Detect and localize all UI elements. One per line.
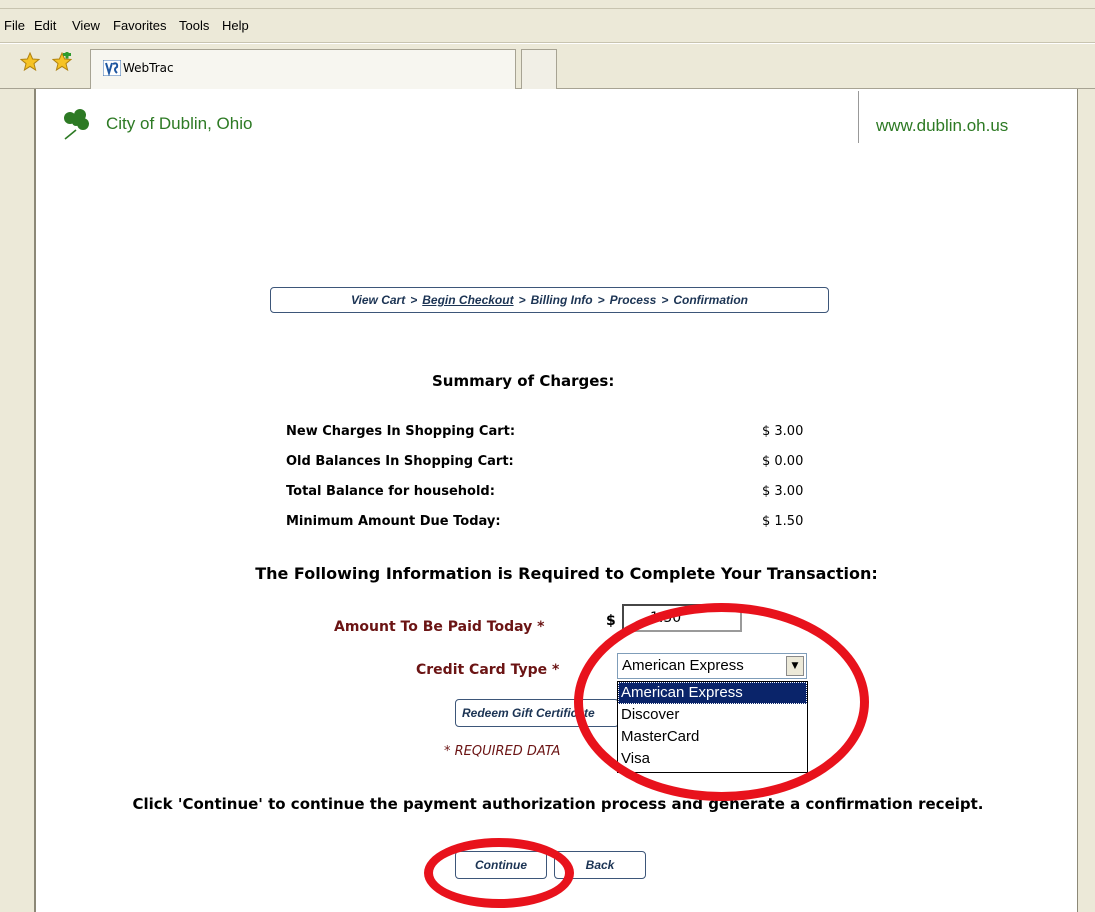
summary-row-value: $ 3.00 xyxy=(762,484,804,499)
card-option-mastercard[interactable]: MasterCard xyxy=(618,726,807,748)
continue-button[interactable]: Continue xyxy=(455,851,547,879)
chevron-down-icon[interactable]: ▼ xyxy=(786,656,804,676)
window-frame-right xyxy=(1077,89,1095,912)
summary-row-value: $ 1.50 xyxy=(762,514,804,529)
webtrac-favicon-icon xyxy=(103,60,121,76)
tab-title: WebTrac xyxy=(123,61,174,75)
site-name: City of Dublin, Ohio xyxy=(106,114,253,133)
menu-edit[interactable]: Edit xyxy=(34,18,56,33)
card-option-discover[interactable]: Discover xyxy=(618,704,807,726)
breadcrumb-separator: > xyxy=(597,293,605,307)
summary-row-value: $ 0.00 xyxy=(762,454,804,469)
currency-symbol: $ xyxy=(606,613,616,629)
header-divider xyxy=(858,91,859,143)
required-data-note: * REQUIRED DATA xyxy=(444,744,561,759)
breadcrumb-separator: > xyxy=(518,293,526,307)
summary-row-label: Minimum Amount Due Today: xyxy=(286,514,501,529)
summary-row-value: $ 3.00 xyxy=(762,424,804,439)
breadcrumb-separator: > xyxy=(661,293,669,307)
amount-input[interactable] xyxy=(622,604,742,632)
card-type-dropdown[interactable]: American Express Discover MasterCard Vis… xyxy=(617,681,808,773)
breadcrumb-separator: > xyxy=(410,293,418,307)
site-url-link[interactable]: www.dublin.oh.us xyxy=(876,116,1008,136)
card-type-selected-value: American Express xyxy=(622,657,744,674)
shamrock-logo-icon xyxy=(64,109,89,140)
menu-file[interactable]: File xyxy=(4,18,25,33)
summary-row-label: Old Balances In Shopping Cart: xyxy=(286,454,514,469)
browser-tab[interactable]: WebTrac xyxy=(90,49,516,89)
menu-help[interactable]: Help xyxy=(222,18,249,33)
breadcrumb-billing-info: Billing Info xyxy=(530,293,593,307)
window-top-edge xyxy=(0,0,1095,9)
add-favorite-icon[interactable] xyxy=(52,52,72,72)
checkout-breadcrumb: View Cart > Begin Checkout > Billing Inf… xyxy=(270,287,829,313)
amount-label: Amount To Be Paid Today * xyxy=(334,619,545,635)
breadcrumb-begin-checkout-link[interactable]: Begin Checkout xyxy=(422,293,513,307)
redeem-gift-certificate-button[interactable]: Redeem Gift Certificate xyxy=(455,699,619,727)
favorites-star-icon[interactable] xyxy=(20,52,40,72)
menu-view[interactable]: View xyxy=(72,18,100,33)
new-tab-button[interactable] xyxy=(521,49,557,89)
summary-title: Summary of Charges: xyxy=(432,372,615,390)
card-option-american-express[interactable]: American Express xyxy=(618,682,807,704)
menu-bar: File Edit View Favorites Tools Help xyxy=(0,9,1095,43)
breadcrumb-process: Process xyxy=(609,293,657,307)
card-type-select[interactable]: American Express ▼ xyxy=(617,653,807,679)
continue-instruction: Click 'Continue' to continue the payment… xyxy=(132,795,984,813)
summary-row-label: New Charges In Shopping Cart: xyxy=(286,424,516,439)
breadcrumb-confirmation: Confirmation xyxy=(673,293,749,307)
summary-row-label: Total Balance for household: xyxy=(286,484,495,499)
back-button[interactable]: Back xyxy=(554,851,646,879)
card-option-visa[interactable]: Visa xyxy=(618,748,807,770)
breadcrumb-view-cart: View Cart xyxy=(350,293,406,307)
menu-favorites[interactable]: Favorites xyxy=(113,18,166,33)
window-frame-left xyxy=(0,89,36,912)
card-type-label: Credit Card Type * xyxy=(416,662,560,678)
required-info-title: The Following Information is Required to… xyxy=(255,564,878,583)
menu-tools[interactable]: Tools xyxy=(179,18,209,33)
